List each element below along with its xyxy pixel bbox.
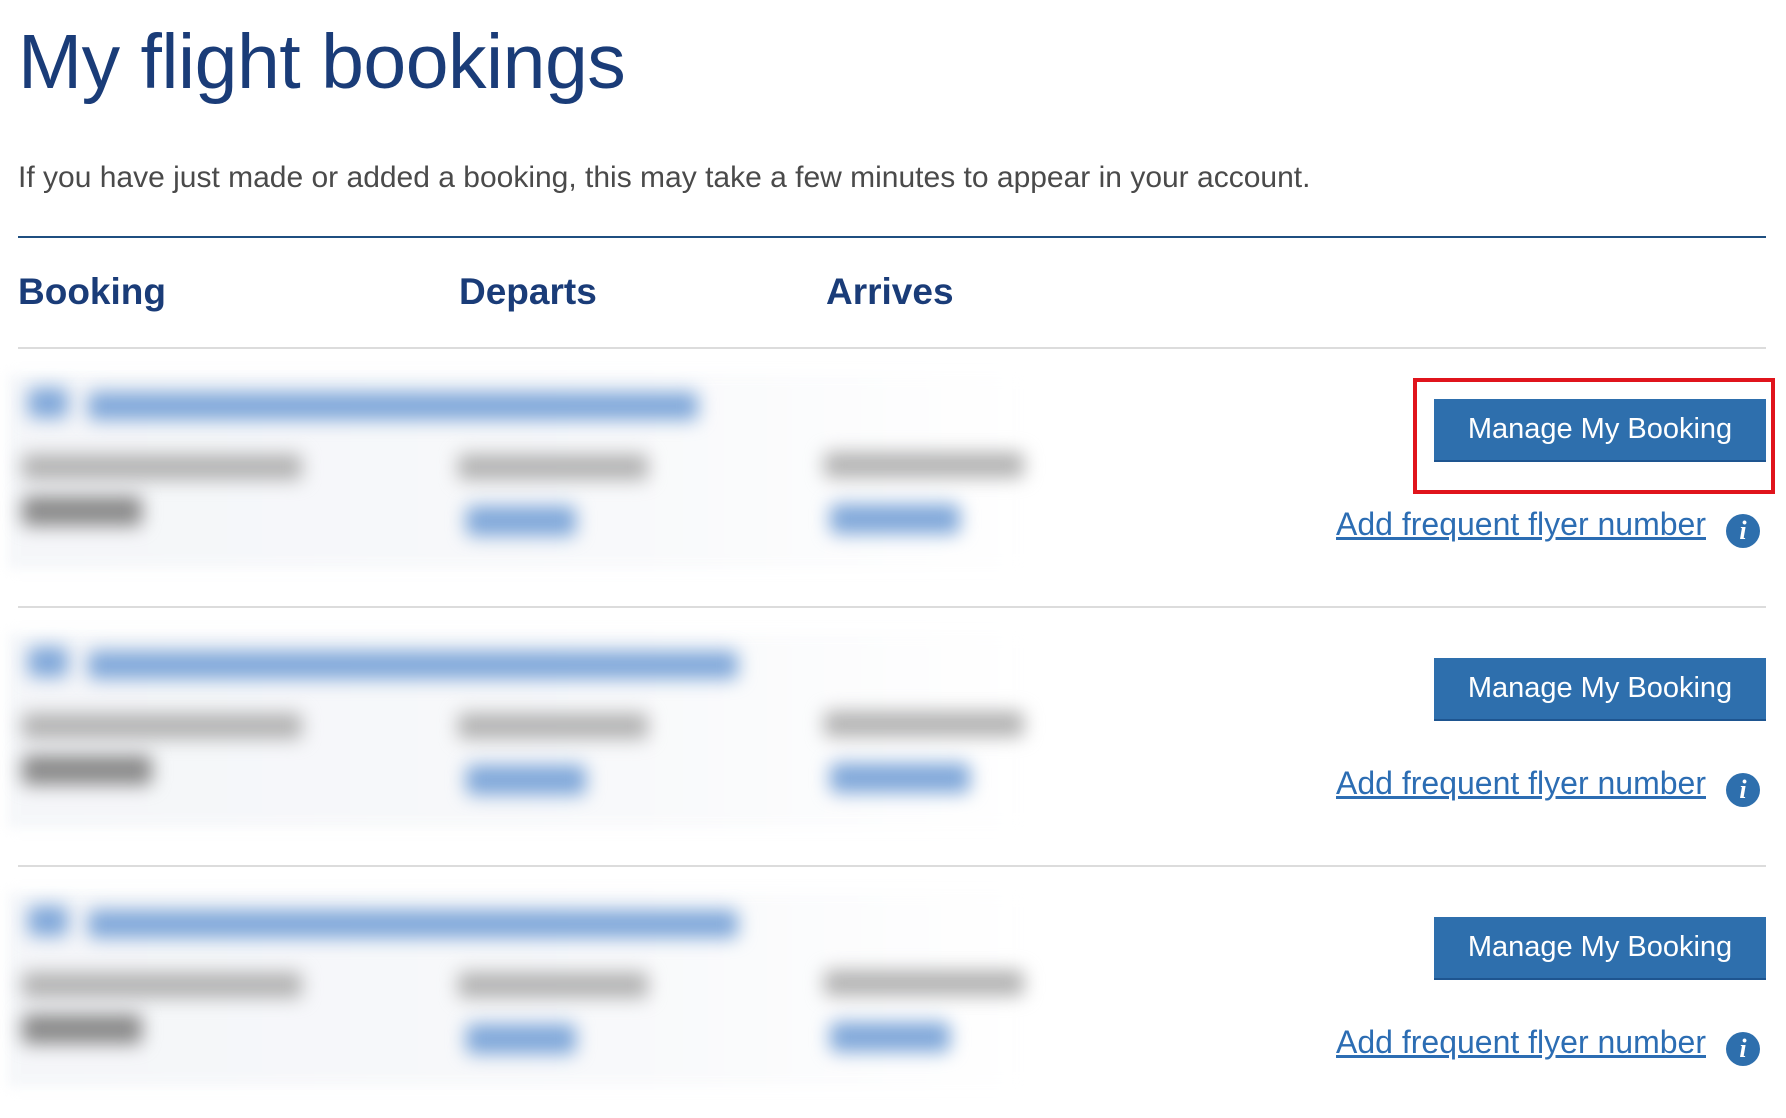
info-icon[interactable]: i — [1726, 514, 1760, 548]
add-frequent-flyer-link[interactable]: Add frequent flyer number — [1336, 506, 1706, 543]
redacted-reference — [22, 713, 302, 739]
redacted-reference — [22, 454, 302, 480]
add-frequent-flyer-link[interactable]: Add frequent flyer number — [1336, 1024, 1706, 1061]
redacted-depart-time — [466, 765, 586, 795]
redacted-depart-time — [466, 506, 576, 536]
column-header-arrives: Arrives — [826, 271, 954, 312]
column-header-booking: Booking — [18, 271, 166, 312]
redacted-arrive-time — [830, 504, 960, 534]
redacted-arrive-date — [824, 452, 1024, 478]
redacted-code — [22, 1014, 142, 1044]
redacted-code — [22, 755, 152, 785]
redacted-arrive-time — [830, 763, 970, 793]
redacted-route — [88, 392, 698, 420]
redacted-depart-date — [458, 713, 648, 739]
redacted-depart-time — [466, 1024, 576, 1054]
booking-row: Manage My Booking Add frequent flyer num… — [8, 633, 1766, 833]
redacted-depart-date — [458, 972, 648, 998]
redacted-route — [88, 910, 738, 938]
redacted-route — [88, 651, 738, 679]
redacted-depart-date — [458, 454, 648, 480]
redacted-airline-icon — [28, 906, 68, 936]
redacted-code — [22, 496, 142, 526]
row-divider — [18, 347, 1766, 349]
info-icon[interactable]: i — [1726, 1032, 1760, 1066]
header-divider — [18, 236, 1766, 238]
redacted-arrive-date — [824, 711, 1024, 737]
manage-my-booking-button[interactable]: Manage My Booking — [1434, 917, 1766, 978]
booking-delay-notice: If you have just made or added a booking… — [18, 161, 1311, 194]
redacted-reference — [22, 972, 302, 998]
row-divider — [18, 865, 1766, 867]
redacted-airline-icon — [28, 388, 68, 418]
add-frequent-flyer-link[interactable]: Add frequent flyer number — [1336, 765, 1706, 802]
booking-row: Manage My Booking Add frequent flyer num… — [8, 892, 1766, 1092]
redacted-arrive-time — [830, 1022, 950, 1052]
page-title: My flight bookings — [18, 19, 626, 105]
manage-my-booking-button[interactable]: Manage My Booking — [1434, 658, 1766, 719]
highlight-annotation-box — [1413, 378, 1775, 494]
row-divider — [18, 606, 1766, 608]
redacted-arrive-date — [824, 970, 1024, 996]
redacted-airline-icon — [28, 647, 68, 677]
column-header-departs: Departs — [459, 271, 597, 312]
info-icon[interactable]: i — [1726, 773, 1760, 807]
